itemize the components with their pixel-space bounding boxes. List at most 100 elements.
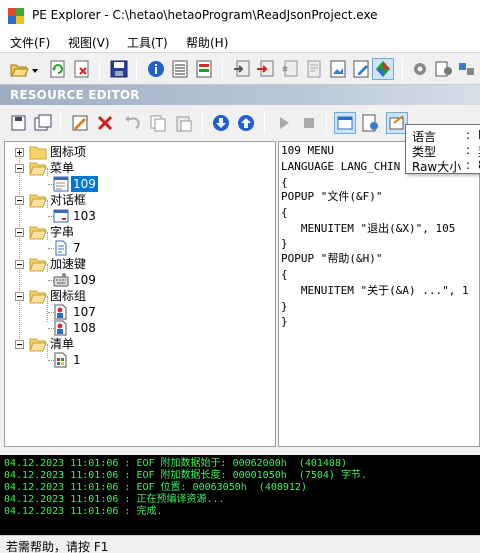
image-icon[interactable] [328, 59, 348, 79]
toolbar-separator [60, 111, 61, 133]
code-line: 109 MENU [281, 144, 334, 157]
folder-icon [29, 146, 47, 160]
menu-tools[interactable]: 工具(T) [127, 34, 168, 51]
collapse-icon[interactable] [15, 164, 24, 173]
properties-icon[interactable] [304, 59, 324, 79]
resource-tooltip: 语言 : L 类型 : 菜 Raw大小 : 8 [405, 124, 480, 174]
open-folder-icon [29, 226, 47, 240]
tree-node-manifest[interactable]: 清单 [5, 336, 275, 352]
tree-node-dialog[interactable]: 对话框 [5, 192, 275, 208]
menu-bar: 文件(F) 视图(V) 工具(T) 帮助(H) [0, 32, 480, 52]
tree-node-label: 对话框 [50, 193, 87, 207]
play-icon[interactable] [274, 113, 294, 133]
icon-group-resource-icon [54, 320, 67, 336]
open-folder-icon [29, 338, 47, 352]
export-icon[interactable] [232, 59, 252, 79]
dialog-preview-icon[interactable] [360, 113, 380, 133]
resource-script-view[interactable]: 109 MENU LANGUAGE LANG_CHIN { POPUP "文件(… [278, 141, 480, 447]
log-panel[interactable]: 04.12.2023 11:01:06 : EOF 附加数据始于: 000620… [0, 455, 480, 535]
code-line: { [281, 176, 288, 189]
save-resource-icon[interactable] [9, 113, 29, 133]
tree-node-icon-group[interactable]: 图标组 [5, 288, 275, 304]
resource-editor-toggle-icon[interactable] [372, 58, 394, 80]
resource-editor-header: RESOURCE EDITOR [0, 85, 480, 105]
delete-icon[interactable] [95, 113, 115, 133]
resource-tree[interactable]: 图标项 菜单 109 对话框 103 字串 7 加速键 109 图标组 107 … [4, 141, 276, 447]
plugins-icon[interactable] [410, 59, 430, 79]
icon-group-resource-icon [54, 304, 67, 320]
code-line: { [281, 206, 288, 219]
tree-leaf-dialog-103[interactable]: 103 [5, 208, 275, 224]
code-line: } [281, 300, 288, 313]
move-down-icon[interactable] [211, 113, 231, 133]
status-bar: 若需帮助，请按 F1 [0, 535, 480, 553]
manifest-resource-icon [54, 352, 67, 368]
stop-icon[interactable] [299, 113, 319, 133]
tooltip-colon: : [466, 128, 471, 142]
paste-icon[interactable] [174, 113, 194, 133]
tree-leaf-accelerator-109[interactable]: 109 [5, 272, 275, 288]
tree-leaf-string-7[interactable]: 7 [5, 240, 275, 256]
collapse-icon[interactable] [15, 196, 24, 205]
code-line: POPUP "文件(&F)" [281, 190, 383, 203]
tree-leaf-manifest-1[interactable]: 1 [5, 352, 275, 368]
collapse-icon[interactable] [15, 228, 24, 237]
edit-icon[interactable] [351, 59, 371, 79]
tree-leaf-label: 109 [71, 176, 98, 192]
tree-node-menu[interactable]: 菜单 [5, 160, 275, 176]
open-folder-icon [29, 162, 47, 176]
panel-splitter[interactable] [0, 448, 480, 455]
tree-node-icon-items[interactable]: 图标项 [5, 144, 275, 160]
open-file-icon[interactable] [9, 59, 29, 79]
save-icon[interactable] [109, 59, 129, 79]
toolbar-separator [222, 59, 223, 81]
data-directories-icon[interactable] [194, 59, 214, 79]
log-line: 04.12.2023 11:01:06 : EOF 位置: 00063050h … [4, 482, 307, 493]
expand-icon[interactable] [15, 148, 24, 157]
move-up-icon[interactable] [236, 113, 256, 133]
collapse-icon[interactable] [15, 292, 24, 301]
menu-file[interactable]: 文件(F) [10, 34, 50, 51]
open-folder-icon [29, 290, 47, 304]
toolbar-separator [326, 111, 327, 133]
section-headers-icon[interactable] [170, 59, 190, 79]
code-line: { [281, 268, 288, 281]
tree-leaf-icon-group-107[interactable]: 107 [5, 304, 275, 320]
code-line: MENUITEM "关于(&A) ...", 1 [281, 284, 469, 297]
code-line: } [281, 315, 288, 328]
collapse-icon[interactable] [15, 260, 24, 269]
main-toolbar [0, 52, 480, 85]
menu-view[interactable]: 视图(V) [68, 34, 110, 51]
code-line: MENUITEM "退出(&X)", 105 [281, 222, 456, 235]
dialog-resource-icon [53, 209, 69, 223]
info-icon[interactable] [146, 59, 166, 79]
code-line: POPUP "帮助(&H)" [281, 252, 383, 265]
undo-icon[interactable] [122, 113, 142, 133]
replace-icon[interactable] [280, 59, 300, 79]
dependency-scanner-icon[interactable] [457, 59, 477, 79]
reload-icon[interactable] [48, 59, 68, 79]
tree-node-string[interactable]: 字串 [5, 224, 275, 240]
import-icon[interactable] [256, 59, 276, 79]
copy-icon[interactable] [148, 113, 168, 133]
log-line: 04.12.2023 11:01:06 : 完成. [4, 506, 163, 517]
tooltip-key: Raw大小 [412, 160, 462, 174]
save-all-resources-icon[interactable] [33, 113, 53, 133]
dropdown-arrow-icon[interactable] [30, 61, 40, 81]
tree-leaf-label: 108 [73, 321, 96, 335]
edit-resource-icon[interactable] [70, 113, 90, 133]
code-line: LANGUAGE LANG_CHIN [281, 160, 401, 173]
tree-leaf-menu-109[interactable]: 109 [5, 176, 275, 192]
code-line: } [281, 237, 288, 250]
log-line: 04.12.2023 11:01:06 : 正在预编译资源... [4, 494, 225, 505]
tree-leaf-icon-group-108[interactable]: 108 [5, 320, 275, 336]
close-file-icon[interactable] [72, 59, 92, 79]
view-mode-icon[interactable] [334, 112, 356, 134]
menu-help[interactable]: 帮助(H) [186, 34, 228, 51]
tree-node-label: 加速键 [50, 257, 87, 271]
accelerator-resource-icon [53, 273, 69, 287]
disassembler-icon[interactable] [434, 59, 454, 79]
open-folder-icon [29, 194, 47, 208]
collapse-icon[interactable] [15, 340, 24, 349]
tree-node-accelerator[interactable]: 加速键 [5, 256, 275, 272]
